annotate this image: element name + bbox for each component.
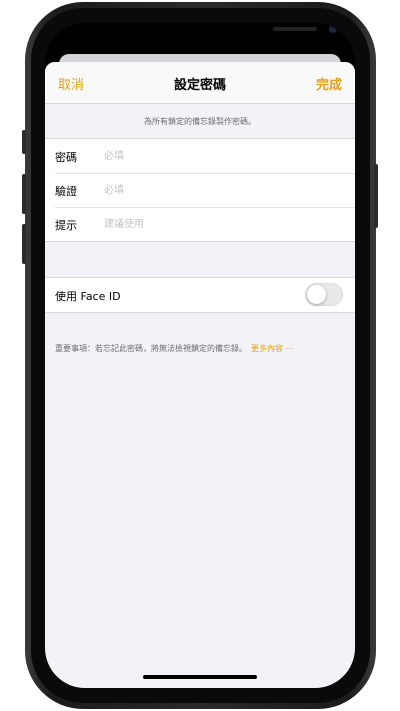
hint-field[interactable] xyxy=(104,215,334,233)
hint-label: 提示 xyxy=(55,219,77,232)
front-camera xyxy=(329,25,337,33)
hint-row: 提示 xyxy=(45,207,355,241)
page-title: 設定密碼 xyxy=(173,78,226,93)
important-note-text: 重要事項：若忘記此密碼，將無法檢視鎖定的備忘錄。 xyxy=(55,344,247,353)
face-id-toggle[interactable] xyxy=(305,283,343,306)
verify-field[interactable] xyxy=(104,181,334,199)
set-password-sheet: 取消 設定密碼 完成 為所有鎖定的備忘錄製作密碼。 密碼 驗證 提示 使用 Fa… xyxy=(45,62,355,688)
password-field[interactable] xyxy=(104,147,334,165)
notch xyxy=(140,23,337,49)
home-indicator[interactable] xyxy=(143,675,257,679)
password-label: 密碼 xyxy=(55,151,77,164)
verify-row: 驗證 xyxy=(45,173,355,207)
speaker-grille xyxy=(273,27,317,31)
face-id-group: 使用 Face ID xyxy=(45,277,355,313)
volume-down-button xyxy=(22,224,26,264)
face-id-label: 使用 Face ID xyxy=(55,290,121,303)
password-fields-group: 密碼 驗證 提示 xyxy=(45,138,355,242)
done-button[interactable]: 完成 xyxy=(316,74,342,93)
verify-label: 驗證 xyxy=(55,185,77,198)
volume-up-button xyxy=(22,174,26,214)
section-header-note: 為所有鎖定的備忘錄製作密碼。 xyxy=(144,117,256,126)
silent-switch xyxy=(22,130,26,154)
screen: 取消 設定密碼 完成 為所有鎖定的備忘錄製作密碼。 密碼 驗證 提示 使用 Fa… xyxy=(45,23,355,688)
power-button xyxy=(374,164,378,228)
learn-more-link[interactable]: 更多內容 ⋯ xyxy=(251,344,294,353)
face-id-row: 使用 Face ID xyxy=(45,278,355,312)
toggle-knob xyxy=(307,285,326,304)
footer-note: 重要事項：若忘記此密碼，將無法檢視鎖定的備忘錄。 更多內容 ⋯ xyxy=(55,343,294,354)
navigation-bar: 取消 設定密碼 完成 xyxy=(45,62,355,104)
password-row: 密碼 xyxy=(45,139,355,173)
